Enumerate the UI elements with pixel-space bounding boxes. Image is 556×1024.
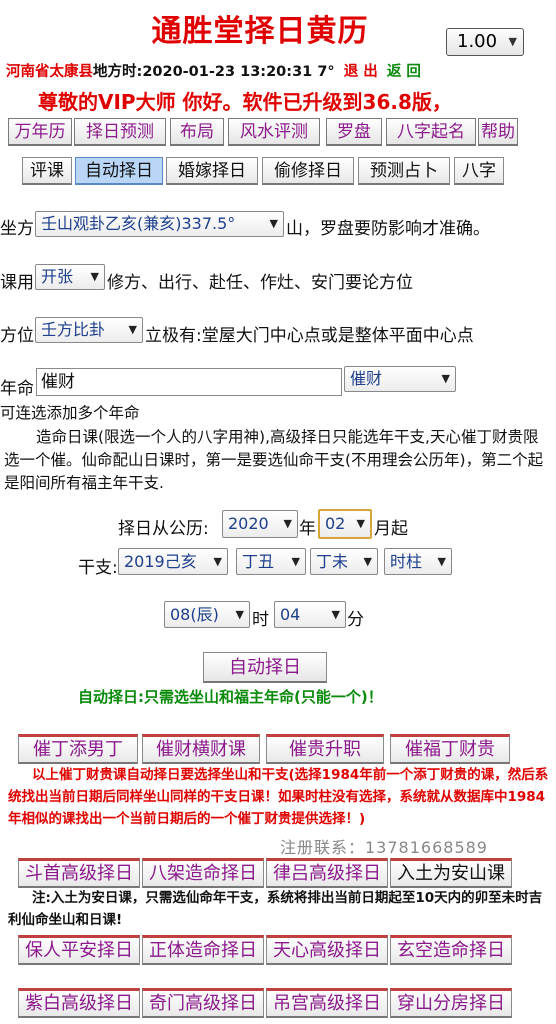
time-label: 地方时:	[93, 64, 143, 80]
boost-instructions: 以上催丁财贵课自动择日要选择坐山和干支(选择1984年前一个添丁财贵的课，然后系…	[8, 767, 549, 827]
minute-select[interactable]: 04 ▼	[274, 601, 346, 628]
zibai-select-button[interactable]: 紫白高级择日	[18, 988, 140, 1018]
boost-fortune-button[interactable]: 催福丁财贵	[390, 734, 510, 764]
year-value: 2020	[228, 514, 269, 533]
location-time-line: 河南省太康县地方时:2020-01-23 13:20:31 7° 退 出 返 回	[6, 60, 421, 81]
year-life-input[interactable]: 催财	[36, 368, 342, 396]
year-life-label: 年命	[0, 379, 34, 399]
description-text: 造命日课(限选一个人的八字用神),高级择日只能选年干支,天心催丁财贵限选一个催。…	[4, 428, 544, 492]
boost-son-button[interactable]: 催丁添男丁	[18, 734, 138, 764]
auto-select-button[interactable]: 自动择日	[203, 652, 327, 683]
minute-unit: 分	[347, 610, 364, 630]
minute-value: 04	[280, 605, 301, 624]
year-unit: 年	[299, 519, 316, 539]
sitting-note: 山，罗盘要防影响才准确。	[286, 219, 490, 239]
boost-promotion-button[interactable]: 催贵升职	[266, 734, 384, 764]
sitting-value: 壬山观卦乙亥(兼亥)337.5°	[41, 214, 236, 233]
chuanshan-select-button[interactable]: 穿山分房择日	[390, 988, 512, 1018]
chevron-down-icon: ▼	[269, 217, 278, 230]
tab-auto-select[interactable]: 自动择日	[75, 157, 163, 185]
nav-button-prediction[interactable]: 择日预测	[74, 118, 166, 146]
lvlv-select-button[interactable]: 律吕高级择日	[266, 858, 388, 888]
chevron-down-icon: ▼	[331, 608, 340, 621]
zoom-select[interactable]: 1.00 ▼	[446, 28, 524, 56]
ganzhi-day-value: 丁未	[316, 552, 349, 571]
zhengti-select-button[interactable]: 正体造命择日	[142, 935, 264, 965]
xuankong-select-button[interactable]: 玄空造命择日	[390, 935, 512, 965]
ganzhi-hour-select[interactable]: 时柱 ▼	[384, 548, 452, 575]
chevron-down-icon: ▼	[291, 555, 300, 568]
time-value: 2020-01-23 13:20:31	[142, 64, 313, 80]
safety-select-button[interactable]: 保人平安择日	[18, 935, 140, 965]
tab-evaluate[interactable]: 评课	[22, 157, 72, 185]
welcome-message: 尊敬的VIP大师 你好。软件已升级到36.8版，	[38, 90, 452, 114]
tab-repair[interactable]: 偷修择日	[262, 157, 354, 185]
sitting-label: 坐方	[0, 219, 34, 239]
usage-note: 修方、出行、赴任、作灶、安门要论方位	[107, 273, 413, 293]
nav-button-calendar[interactable]: 万年历	[8, 118, 72, 146]
bajia-select-button[interactable]: 八架造命择日	[142, 858, 264, 888]
usage-value: 开张	[41, 267, 74, 286]
nav-button-fengshui[interactable]: 风水评测	[228, 118, 320, 146]
nav-button-layout[interactable]: 布局	[170, 118, 224, 146]
tab-wedding[interactable]: 婚嫁择日	[166, 157, 258, 185]
ganzhi-hour-value: 时柱	[390, 552, 423, 571]
ganzhi-month-select[interactable]: 丁丑 ▼	[236, 548, 306, 575]
chevron-down-icon: ▼	[441, 372, 450, 385]
chevron-down-icon: ▼	[356, 517, 365, 530]
qimen-select-button[interactable]: 奇门高级择日	[142, 988, 264, 1018]
month-select[interactable]: 02 ▼	[318, 509, 372, 539]
auto-select-note: 自动择日:只需选坐山和福主年命(只能一个)！	[78, 688, 383, 706]
direction-label: 方位	[0, 326, 34, 346]
usage-select[interactable]: 开张 ▼	[35, 264, 105, 290]
tab-bazi[interactable]: 八字	[454, 157, 504, 185]
ganzhi-month-value: 丁丑	[242, 552, 275, 571]
chevron-down-icon: ▼	[128, 323, 137, 336]
nav-button-help[interactable]: 帮助	[478, 118, 518, 146]
chevron-down-icon: ▼	[213, 555, 222, 568]
year-select[interactable]: 2020 ▼	[222, 510, 298, 538]
chevron-down-icon: ▼	[363, 555, 372, 568]
chevron-down-icon: ▼	[437, 555, 446, 568]
app-title: 通胜堂择日黄历	[151, 14, 369, 49]
chevron-down-icon: ▼	[508, 35, 517, 48]
nav-button-compass[interactable]: 罗盘	[326, 118, 382, 146]
ganzhi-label: 干支:	[78, 558, 118, 578]
hour-value: 08(辰)	[170, 605, 219, 624]
chevron-down-icon: ▼	[90, 270, 99, 283]
sitting-select[interactable]: 壬山观卦乙亥(兼亥)337.5° ▼	[35, 211, 284, 237]
burial-select-button[interactable]: 入土为安山课	[390, 858, 512, 888]
burial-note: 注:入土为安日课，只需选仙命年干支，系统将排出当前日期起至10天内的卯至未时吉利…	[8, 890, 543, 928]
temperature: 7°	[317, 64, 335, 80]
back-link[interactable]: 返 回	[387, 64, 421, 80]
logout-link[interactable]: 退 出	[344, 64, 378, 80]
registration-contact: 注册联系：13781668589	[280, 838, 488, 857]
diaogong-select-button[interactable]: 吊宫高级择日	[266, 988, 388, 1018]
multi-select-note: 可连选添加多个年命	[0, 404, 140, 422]
direction-note: 立极有:堂屋大门中心点或是整体平面中心点	[145, 326, 474, 346]
direction-value: 壬方比卦	[41, 320, 106, 339]
tianxin-select-button[interactable]: 天心高级择日	[266, 935, 388, 965]
chevron-down-icon: ▼	[283, 517, 292, 530]
ganzhi-year-select[interactable]: 2019己亥 ▼	[118, 548, 228, 575]
ganzhi-year-value: 2019己亥	[124, 552, 197, 571]
location: 河南省太康县	[6, 64, 93, 80]
month-suffix: 月起	[374, 519, 408, 539]
year-life-select[interactable]: 催财 ▼	[344, 366, 456, 392]
hour-select[interactable]: 08(辰) ▼	[164, 601, 250, 628]
date-from-label: 择日从公历:	[118, 519, 209, 539]
ganzhi-day-select[interactable]: 丁未 ▼	[310, 548, 378, 575]
year-life-select-value: 催财	[350, 369, 383, 388]
usage-label: 课用	[0, 273, 34, 293]
chevron-down-icon: ▼	[235, 608, 244, 621]
boost-wealth-button[interactable]: 催财横财课	[142, 734, 260, 764]
tab-divination[interactable]: 预测占卜	[358, 157, 450, 185]
direction-select[interactable]: 壬方比卦 ▼	[35, 317, 143, 343]
zoom-value: 1.00	[457, 31, 498, 52]
doushou-select-button[interactable]: 斗首高级择日	[18, 858, 140, 888]
month-value: 02	[325, 514, 346, 533]
nav-button-naming[interactable]: 八字起名	[386, 118, 476, 146]
hour-unit: 时	[252, 610, 269, 630]
